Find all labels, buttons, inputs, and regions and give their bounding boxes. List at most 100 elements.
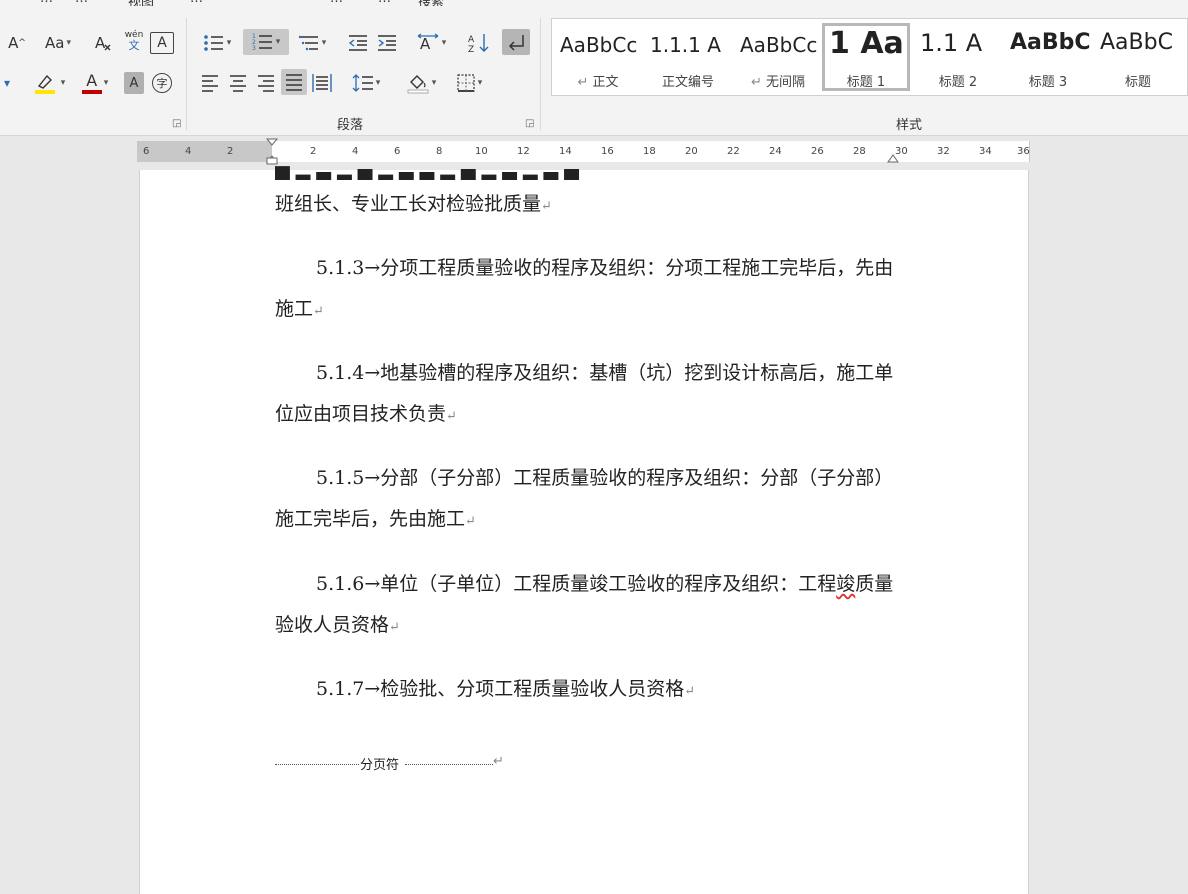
style-heading-3[interactable]: AaBbC 标题 3 — [1004, 23, 1092, 91]
ruler-label: 26 — [811, 146, 824, 157]
align-center-button[interactable] — [226, 70, 250, 96]
ruler-label: 2 — [227, 146, 234, 157]
ribbon-tab[interactable]: 视图 — [128, 0, 154, 6]
spelling-error[interactable]: 竣 — [836, 573, 855, 595]
phonetic-guide-button[interactable]: wén 文 — [121, 28, 147, 54]
ruler-label: 4 — [352, 146, 359, 157]
ruler-label: 6 — [143, 146, 150, 157]
ribbon-tab[interactable]: … — [378, 0, 391, 6]
justify-button[interactable] — [281, 69, 307, 95]
show-hide-marks-button[interactable] — [502, 29, 530, 55]
align-center-icon — [230, 75, 246, 92]
multilevel-list-icon — [298, 35, 318, 51]
paragraph[interactable]: 5.1.7→检验批、分项工程质量验收人员资格↵ — [275, 669, 897, 712]
distributed-icon — [312, 74, 332, 92]
ruler-label: 14 — [559, 146, 572, 157]
sort-button[interactable]: A Z — [465, 30, 493, 56]
ruler-label: 20 — [685, 146, 698, 157]
style-title[interactable]: AaBbC 标题 — [1094, 23, 1182, 91]
document-page[interactable]: █ ▅ ▆ ▅ ▇ ▅ ▆ ▆ ▅ ▇ ▅ ▆ ▅ ▆ ▇ 班组长、专业工长对检… — [139, 167, 1029, 894]
style-body-numbering[interactable]: 1.1.1 A 正文编号 — [644, 23, 732, 91]
line-spacing-icon — [352, 74, 373, 92]
decrease-indent-icon — [348, 35, 367, 51]
ruler-label: 36 — [1017, 146, 1030, 157]
ruler-label: 2 — [310, 146, 317, 157]
ruler-label: 32 — [937, 146, 950, 157]
styles-gallery: AaBbCc ↵ 正文 1.1.1 A 正文编号 AaBbCc ↵ 无间隔 1 … — [551, 18, 1188, 96]
ruler-label: 22 — [727, 146, 740, 157]
ribbon-tab[interactable]: … — [40, 0, 53, 6]
borders-button[interactable]: ▾ — [448, 70, 490, 96]
ribbon-tab[interactable]: … — [330, 0, 343, 6]
ruler-label: 28 — [853, 146, 866, 157]
paragraph[interactable]: 5.1.4→地基验槽的程序及组织：基槽（坑）挖到设计标高后，施工单位应由项目技术… — [275, 353, 897, 437]
paragraph-mark-icon — [508, 35, 524, 51]
grow-font-button[interactable]: A ^ — [4, 30, 30, 56]
numbering-icon: 1 2 3 — [252, 33, 272, 52]
svg-text:3: 3 — [252, 45, 256, 52]
numbering-button[interactable]: 1 2 3 ▾ — [243, 29, 289, 55]
clear-formatting-button[interactable]: A — [91, 30, 117, 56]
font-dialog-launcher[interactable]: ◲ — [172, 118, 181, 129]
multilevel-list-button[interactable]: ▾ — [292, 30, 332, 56]
character-border-button[interactable]: A — [150, 32, 174, 54]
align-left-button[interactable] — [198, 70, 222, 96]
ribbon-tab[interactable]: … — [75, 0, 88, 6]
page-break-line — [405, 764, 493, 765]
ruler-label: 18 — [643, 146, 656, 157]
group-separator — [186, 18, 187, 130]
asian-layout-button[interactable]: A ▾ — [410, 30, 452, 56]
change-case-button[interactable]: Aa ▾ — [38, 30, 78, 56]
increase-indent-button[interactable] — [374, 30, 400, 56]
ribbon-tab[interactable]: … — [190, 0, 203, 6]
font-color-button[interactable]: A ▾ — [74, 70, 116, 96]
ruler-label: 10 — [475, 146, 488, 157]
bullets-button[interactable]: ▾ — [196, 30, 238, 56]
enclose-characters-button[interactable]: 字 — [150, 70, 174, 96]
page-break[interactable]: 分页符 ↵ — [275, 752, 505, 776]
font-size-dropdown-fragment[interactable]: ▾ — [0, 70, 18, 96]
ruler-label: 8 — [436, 146, 443, 157]
highlight-color-button[interactable]: ▾ — [28, 70, 70, 96]
ribbon-tab-strip: … … 视图 … … … 搜索 — [0, 0, 1188, 6]
ribbon-tab[interactable]: 搜索 — [418, 0, 444, 6]
increase-indent-icon — [378, 35, 396, 51]
page-break-line — [275, 764, 359, 765]
clear-formatting-icon: A — [95, 34, 111, 52]
ruler-label: 4 — [185, 146, 192, 157]
style-normal[interactable]: AaBbCc ↵ 正文 — [554, 23, 642, 91]
style-no-spacing[interactable]: AaBbCc ↵ 无间隔 — [734, 23, 822, 91]
paragraph[interactable]: 5.1.5→分部（子分部）工程质量验收的程序及组织：分部（子分部）施工完毕后，先… — [275, 458, 897, 542]
paragraph[interactable]: 班组长、专业工长对检验批质量↵ — [275, 184, 897, 227]
paragraph-mark: ↵ — [493, 754, 504, 769]
bullets-icon — [203, 35, 223, 51]
style-heading-1[interactable]: 1 Aa 标题 1 — [822, 23, 910, 91]
align-left-icon — [202, 75, 218, 92]
paragraph[interactable]: 5.1.3→分项工程质量验收的程序及组织：分项工程施工完毕后，先由施工↵ — [275, 248, 897, 332]
sort-icon: A Z — [468, 34, 489, 54]
borders-icon — [457, 74, 475, 92]
group-separator — [540, 18, 541, 130]
ruler-label: 24 — [769, 146, 782, 157]
clipped-text-line: █ ▅ ▆ ▅ ▇ ▅ ▆ ▆ ▅ ▇ ▅ ▆ ▅ ▆ ▇ — [275, 167, 579, 180]
ruler-label: 12 — [517, 146, 530, 157]
styles-group-label: 样式 — [896, 118, 923, 133]
paragraph-dialog-launcher[interactable]: ◲ — [525, 118, 534, 129]
align-right-button[interactable] — [254, 70, 278, 96]
style-heading-2[interactable]: 1.1 A 标题 2 — [914, 23, 1002, 91]
ribbon: … … 视图 … … … 搜索 A^ Aa▾ A wén 文 A ▾ ▾ — [0, 0, 1188, 136]
distributed-button[interactable] — [310, 70, 334, 96]
asian-layout-icon: A — [417, 33, 439, 53]
paragraph[interactable]: 5.1.6→单位（子单位）工程质量竣工验收的程序及组织：工程竣质量验收人员资格↵ — [275, 564, 897, 648]
paragraph-group-label: 段落 — [337, 118, 364, 133]
decrease-indent-button[interactable] — [345, 30, 371, 56]
ruler-label: 16 — [601, 146, 614, 157]
ruler-label: 6 — [394, 146, 401, 157]
line-spacing-button[interactable]: ▾ — [345, 70, 387, 96]
character-shading-button[interactable]: A — [124, 72, 144, 94]
svg-text:Z: Z — [468, 45, 474, 54]
paint-bucket-icon — [407, 75, 429, 94]
shading-button[interactable]: ▾ — [400, 70, 442, 96]
svg-text:A: A — [468, 35, 475, 45]
svg-text:A: A — [95, 34, 106, 52]
